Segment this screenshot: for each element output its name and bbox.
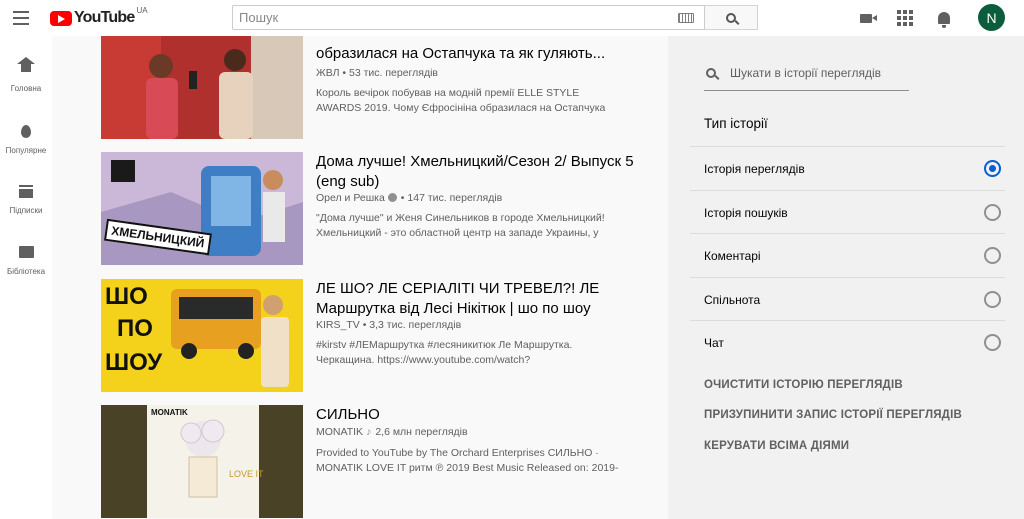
radio-button-checked[interactable] <box>984 160 1001 177</box>
guide-item-subscriptions[interactable]: Підписки <box>0 178 52 228</box>
video-thumbnail[interactable]: ШО ПО ШОУ <box>101 279 303 392</box>
video-meta: KIRS_TV • 3,3 тис. переглядів <box>316 319 461 331</box>
guide-item-label: Головна <box>10 84 42 93</box>
guide-item-library[interactable]: Бібліотека <box>0 239 52 289</box>
subscriptions-icon <box>17 182 35 200</box>
video-thumbnail[interactable]: LOVE IT MONATIK <box>101 405 303 518</box>
video-thumbnail[interactable] <box>101 26 303 139</box>
thumbnail-word: ШО <box>105 283 148 310</box>
video-title[interactable]: образилася на Остапчука та як гуляють... <box>316 44 636 64</box>
video-item[interactable]: ШО ПО ШОУ ЛЕ ШО? ЛЕ СЕРІАЛІТІ ЧИ ТРЕВЕЛ?… <box>101 279 641 394</box>
video-title[interactable]: Дома лучше! Хмельницкий/Сезон 2/ Выпуск … <box>316 152 636 192</box>
search-icon <box>706 68 716 78</box>
apps-grid-icon <box>897 10 913 26</box>
radio-button[interactable] <box>984 247 1001 264</box>
guide-item-label: Підписки <box>9 206 43 215</box>
video-meta: Орел и Решка • 147 тис. переглядів <box>316 192 502 204</box>
video-meta: ЖВЛ • 53 тис. переглядів <box>316 67 438 79</box>
video-thumbnail[interactable]: ХМЕЛЬНИЦКИЙ <box>101 152 303 265</box>
video-description: "Дома лучше" и Женя Синельников в городе… <box>316 212 605 239</box>
mini-guide: Головна Популярне Підписки Бібліотека <box>0 36 52 519</box>
guide-item-label: Бібліотека <box>6 267 46 276</box>
search-icon <box>726 12 736 23</box>
pause-watch-history-button[interactable]: ПРИЗУПИНИТИ ЗАПИС ІСТОРІЇ ПЕРЕГЛЯДІВ <box>704 409 962 421</box>
history-type-community[interactable]: Спільнота <box>690 277 1005 321</box>
video-meta: MONATIK ♪ 2,6 млн переглядів <box>316 426 468 438</box>
option-label: Спільнота <box>704 293 761 307</box>
region-code: UA <box>136 6 148 15</box>
notifications-button[interactable] <box>935 9 953 28</box>
guide-item-label: Популярне <box>5 146 47 155</box>
search-button[interactable] <box>705 5 758 30</box>
channel-name[interactable]: Орел и Решка <box>316 192 385 204</box>
video-description: Provided to YouTube by The Orchard Enter… <box>316 447 619 474</box>
create-video-button[interactable] <box>857 9 877 27</box>
menu-icon[interactable] <box>13 11 29 25</box>
video-title[interactable]: СИЛЬНО <box>316 405 636 425</box>
thumbnail-word: ПО <box>117 315 153 342</box>
home-icon <box>17 57 35 78</box>
verified-icon <box>387 193 397 202</box>
radio-button[interactable] <box>984 291 1001 308</box>
radio-button[interactable] <box>984 204 1001 221</box>
avatar[interactable]: N <box>978 4 1005 31</box>
video-item[interactable]: LOVE IT MONATIK СИЛЬНО MONATIK ♪ 2,6 млн п… <box>101 405 641 519</box>
video-description: #kirstv #ЛЕМаршрутка #лесяникитюк Ле Мар… <box>316 339 573 366</box>
svg-text:LOVE IT: LOVE IT <box>229 469 264 479</box>
history-type-chat[interactable]: Чат <box>690 320 1005 364</box>
masthead: YouTube UA N <box>0 0 1024 36</box>
thumbnail-word: ШОУ <box>105 349 163 376</box>
option-label: Чат <box>704 336 724 350</box>
channel-name[interactable]: ЖВЛ <box>316 67 339 79</box>
radio-button[interactable] <box>984 334 1001 351</box>
clear-watch-history-button[interactable]: ОЧИСТИТИ ІСТОРІЮ ПЕРЕГЛЯДІВ <box>704 379 903 391</box>
history-type-comments[interactable]: Коментарі <box>690 233 1005 277</box>
channel-name[interactable]: KIRS_TV <box>316 319 360 331</box>
meta-separator: • <box>342 67 349 79</box>
manage-all-activity-button[interactable]: КЕРУВАТИ ВСІМА ДІЯМИ <box>704 440 849 452</box>
bell-icon <box>938 12 950 28</box>
video-item[interactable]: ХМЕЛЬНИЦКИЙ Дома лучше! Хмельницкий/Сезо… <box>101 152 641 267</box>
video-description: Король вечірок побував на модній премії … <box>316 87 606 114</box>
library-icon <box>17 243 35 261</box>
history-sidebar: Тип історії Історія переглядів Історія п… <box>668 36 1024 519</box>
youtube-play-icon <box>50 10 72 26</box>
apps-button[interactable] <box>896 9 914 27</box>
view-count: 3,3 тис. переглядів <box>369 319 462 331</box>
view-count: 53 тис. переглядів <box>349 67 439 79</box>
history-type-heading: Тип історії <box>704 116 768 131</box>
guide-item-home[interactable]: Головна <box>0 56 52 106</box>
view-count: 147 тис. переглядів <box>407 192 503 204</box>
view-count: 2,6 млн переглядів <box>375 426 468 438</box>
guide-item-trending[interactable]: Популярне <box>0 118 52 168</box>
option-label: Історія пошуків <box>704 206 788 220</box>
channel-name[interactable]: MONATIK <box>316 426 363 438</box>
fire-icon <box>17 122 35 140</box>
video-camera-icon <box>860 13 877 23</box>
keyboard-icon[interactable] <box>678 13 694 23</box>
thumbnail-artist: MONATIK <box>151 408 188 417</box>
history-type-search[interactable]: Історія пошуків <box>690 190 1005 234</box>
history-type-watch[interactable]: Історія переглядів <box>690 146 1005 190</box>
search-input[interactable] <box>233 6 653 29</box>
youtube-logo[interactable]: YouTube UA <box>50 6 148 27</box>
music-note-icon: ♪ <box>366 426 372 438</box>
option-label: Історія переглядів <box>704 162 805 176</box>
option-label: Коментарі <box>704 249 761 263</box>
logo-text: YouTube <box>74 9 135 26</box>
video-title[interactable]: ЛЕ ШО? ЛЕ СЕРІАЛІТІ ЧИ ТРЕВЕЛ?! ЛЕ Маршр… <box>316 279 636 319</box>
history-search-input[interactable] <box>730 66 905 80</box>
video-item[interactable]: образилася на Остапчука та як гуляють...… <box>101 26 641 141</box>
search-box <box>232 5 705 30</box>
history-search-box <box>704 58 909 91</box>
